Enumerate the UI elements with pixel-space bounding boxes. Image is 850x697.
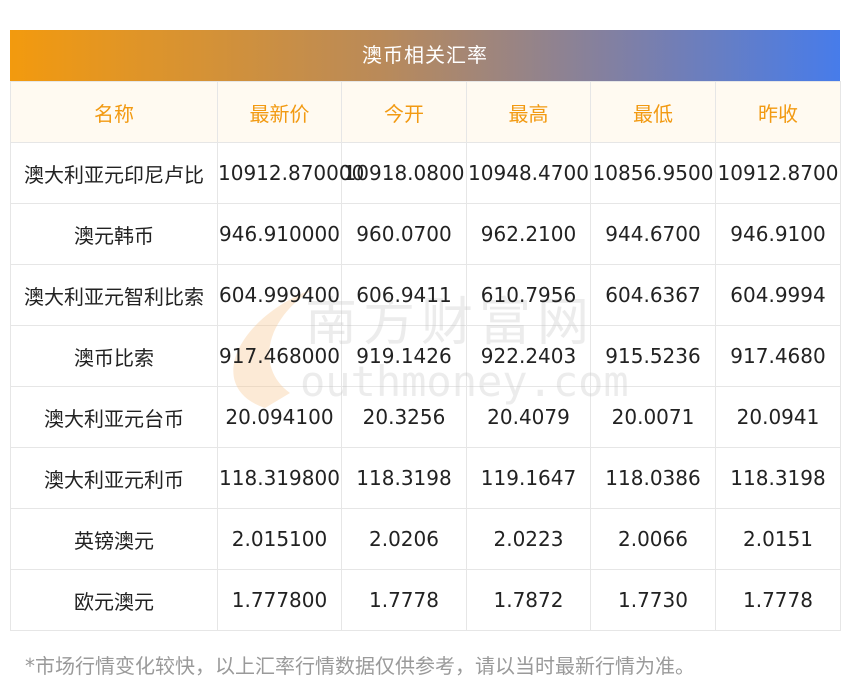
cell-open: 2.0206 bbox=[341, 508, 467, 570]
cell-high: 962.2100 bbox=[466, 203, 591, 265]
cell-high: 10948.4700 bbox=[466, 142, 591, 204]
cell-prev-close: 2.0151 bbox=[715, 508, 841, 570]
cell-low: 2.0066 bbox=[590, 508, 716, 570]
disclaimer-note: *市场行情变化较快，以上汇率行情数据仅供参考，请以当时最新行情为准。 bbox=[25, 654, 695, 678]
cell-prev-close: 604.9994 bbox=[715, 264, 841, 326]
cell-open: 10918.0800 bbox=[341, 142, 467, 204]
column-header-name: 名称 bbox=[10, 81, 218, 143]
table-header-row: 名称 最新价 今开 最高 最低 昨收 bbox=[10, 81, 841, 143]
column-header-high: 最高 bbox=[466, 81, 591, 143]
cell-name: 英镑澳元 bbox=[10, 508, 218, 570]
cell-low: 118.0386 bbox=[590, 447, 716, 509]
column-header-latest: 最新价 bbox=[217, 81, 342, 143]
cell-prev-close: 118.3198 bbox=[715, 447, 841, 509]
exchange-rate-table: 名称 最新价 今开 最高 最低 昨收 澳大利亚元印尼卢比 10912.87000… bbox=[10, 81, 841, 631]
cell-high: 20.4079 bbox=[466, 386, 591, 448]
cell-high: 610.7956 bbox=[466, 264, 591, 326]
cell-name: 澳大利亚元印尼卢比 bbox=[10, 142, 218, 204]
table-row: 英镑澳元 2.015100 2.0206 2.0223 2.0066 2.015… bbox=[10, 508, 841, 570]
column-header-low: 最低 bbox=[590, 81, 716, 143]
cell-latest: 118.319800 bbox=[217, 447, 342, 509]
cell-low: 604.6367 bbox=[590, 264, 716, 326]
cell-prev-close: 917.4680 bbox=[715, 325, 841, 387]
cell-high: 2.0223 bbox=[466, 508, 591, 570]
cell-open: 960.0700 bbox=[341, 203, 467, 265]
cell-name: 澳币比索 bbox=[10, 325, 218, 387]
cell-open: 1.7778 bbox=[341, 569, 467, 631]
cell-low: 944.6700 bbox=[590, 203, 716, 265]
cell-latest: 917.468000 bbox=[217, 325, 342, 387]
table-row: 澳大利亚元智利比索 604.999400 606.9411 610.7956 6… bbox=[10, 264, 841, 326]
column-header-prev-close: 昨收 bbox=[715, 81, 841, 143]
cell-latest: 1.777800 bbox=[217, 569, 342, 631]
cell-open: 606.9411 bbox=[341, 264, 467, 326]
cell-latest: 10912.870000 bbox=[217, 142, 364, 204]
cell-low: 20.0071 bbox=[590, 386, 716, 448]
cell-latest: 2.015100 bbox=[217, 508, 342, 570]
cell-low: 10856.9500 bbox=[590, 142, 716, 204]
cell-name: 澳元韩币 bbox=[10, 203, 218, 265]
cell-low: 915.5236 bbox=[590, 325, 716, 387]
cell-latest: 946.910000 bbox=[217, 203, 342, 265]
cell-latest: 20.094100 bbox=[217, 386, 342, 448]
cell-open: 20.3256 bbox=[341, 386, 467, 448]
table-row: 澳大利亚元利币 118.319800 118.3198 119.1647 118… bbox=[10, 447, 841, 509]
cell-high: 119.1647 bbox=[466, 447, 591, 509]
cell-latest: 604.999400 bbox=[217, 264, 342, 326]
table-row: 欧元澳元 1.777800 1.7778 1.7872 1.7730 1.777… bbox=[10, 569, 841, 631]
cell-high: 922.2403 bbox=[466, 325, 591, 387]
cell-high: 1.7872 bbox=[466, 569, 591, 631]
cell-name: 欧元澳元 bbox=[10, 569, 218, 631]
cell-prev-close: 20.0941 bbox=[715, 386, 841, 448]
cell-prev-close: 10912.8700 bbox=[715, 142, 841, 204]
cell-name: 澳大利亚元利币 bbox=[10, 447, 218, 509]
cell-open: 118.3198 bbox=[341, 447, 467, 509]
column-header-open: 今开 bbox=[341, 81, 467, 143]
cell-low: 1.7730 bbox=[590, 569, 716, 631]
cell-open: 919.1426 bbox=[341, 325, 467, 387]
table-row: 澳币比索 917.468000 919.1426 922.2403 915.52… bbox=[10, 325, 841, 387]
cell-name: 澳大利亚元台币 bbox=[10, 386, 218, 448]
page-title: 澳币相关汇率 bbox=[10, 30, 840, 81]
cell-prev-close: 946.9100 bbox=[715, 203, 841, 265]
table-row: 澳元韩币 946.910000 960.0700 962.2100 944.67… bbox=[10, 203, 841, 265]
cell-prev-close: 1.7778 bbox=[715, 569, 841, 631]
table-row: 澳大利亚元台币 20.094100 20.3256 20.4079 20.007… bbox=[10, 386, 841, 448]
table-row: 澳大利亚元印尼卢比 10912.870000 10918.0800 10948.… bbox=[10, 142, 841, 204]
cell-name: 澳大利亚元智利比索 bbox=[10, 264, 218, 326]
